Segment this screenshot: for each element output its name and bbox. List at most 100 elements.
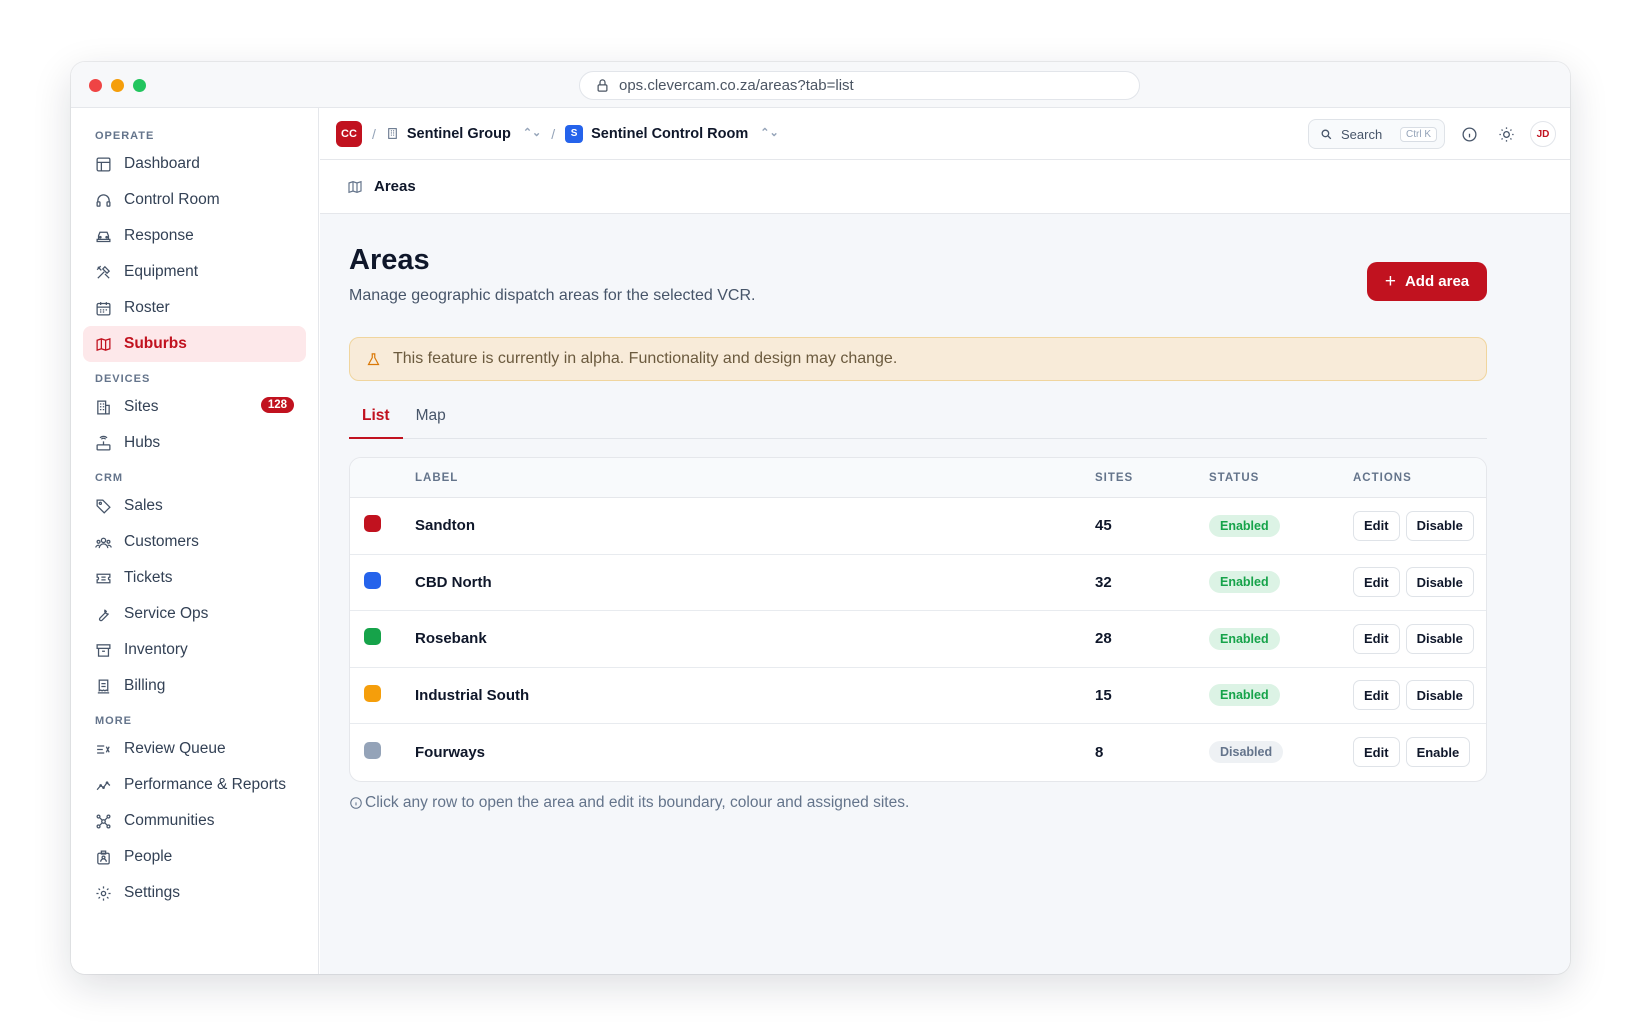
page-header-bar: Areas: [320, 160, 1570, 214]
calendar-icon: [96, 301, 111, 316]
page-header-title: Areas: [374, 178, 416, 195]
main-area: CC / Sentinel Group ⌃⌄ / S Sentinel Cont…: [320, 108, 1570, 974]
sidebar-item-review-queue[interactable]: Review Queue: [83, 731, 306, 767]
area-label: Rosebank: [415, 630, 487, 648]
view-tabs: List Map: [349, 397, 1487, 439]
chart-line-icon: [96, 780, 111, 790]
table-body: Sandton 45 Enabled Edit Disable CBD North 32 En…: [350, 498, 1486, 781]
sidebar-nav-devices: Sites 128 Hubs: [71, 389, 318, 461]
toggle-area-button[interactable]: Disable: [1405, 623, 1474, 654]
sidebar-item-label: Communities: [124, 812, 215, 829]
control-room-logo: S: [565, 124, 584, 143]
area-color-swatch: [364, 628, 381, 646]
sidebar-item-control-room[interactable]: Control Room: [83, 182, 306, 218]
breadcrumb-separator: /: [372, 125, 376, 142]
table-row[interactable]: Industrial South 15 Enabled Edit Disable: [350, 668, 1486, 724]
sidebar-item-label: Billing: [124, 677, 166, 694]
hint-text: Click any row to open the area and edit …: [365, 793, 910, 811]
sidebar-item-communities[interactable]: Communities: [83, 803, 306, 839]
router-icon: [96, 435, 111, 451]
sidebar-item-hubs[interactable]: Hubs: [83, 425, 306, 461]
search-button[interactable]: Search Ctrl K: [1308, 119, 1445, 149]
page-content: Areas Manage geographic dispatch areas f…: [349, 214, 1487, 812]
area-color-swatch: [364, 571, 381, 589]
sidebar-item-roster[interactable]: Roster: [83, 290, 306, 326]
sidebar-nav-crm: Sales Customers Tickets Service Ops Inve…: [71, 488, 318, 704]
minimize-window-button[interactable]: [111, 79, 124, 92]
edit-area-button[interactable]: Edit: [1353, 737, 1400, 768]
page-subtitle: Manage geographic dispatch areas for the…: [349, 287, 756, 304]
sites-count-badge: 128: [260, 397, 294, 413]
sidebar-item-service-ops[interactable]: Service Ops: [83, 596, 306, 632]
table-header: LABEL SITES STATUS ACTIONS: [350, 458, 1486, 498]
sidebar-item-sales[interactable]: Sales: [83, 488, 306, 524]
add-area-button[interactable]: + Add area: [1367, 262, 1487, 301]
sun-icon: [1498, 126, 1514, 142]
edit-area-button[interactable]: Edit: [1353, 680, 1400, 711]
toggle-area-button[interactable]: Disable: [1405, 510, 1474, 541]
status-badge: Enabled: [1209, 627, 1280, 650]
column-header-sites[interactable]: SITES: [1095, 472, 1209, 484]
wrench-icon: [98, 608, 109, 621]
status-badge: Disabled: [1209, 741, 1284, 764]
receipt-icon: [97, 678, 110, 694]
tab-list[interactable]: List: [349, 397, 403, 439]
edit-area-button[interactable]: Edit: [1353, 510, 1400, 541]
sidebar-item-response[interactable]: Response: [83, 218, 306, 254]
sidebar-item-billing[interactable]: Billing: [83, 668, 306, 704]
toggle-area-button[interactable]: Disable: [1405, 680, 1474, 711]
sidebar-item-label: Review Queue: [124, 740, 226, 757]
column-header-status[interactable]: STATUS: [1209, 472, 1353, 484]
sidebar-item-label: Dashboard: [124, 155, 200, 172]
status-badge: Enabled: [1209, 571, 1280, 594]
area-color-swatch: [364, 741, 381, 759]
sidebar-item-performance-reports[interactable]: Performance & Reports: [83, 767, 306, 803]
sidebar-item-label: Sales: [124, 497, 163, 514]
theme-toggle-button[interactable]: [1493, 121, 1519, 147]
toggle-area-button[interactable]: Enable: [1405, 737, 1471, 768]
alert-text: This feature is currently in alpha. Func…: [393, 350, 898, 367]
sidebar-item-people[interactable]: People: [83, 839, 306, 875]
tab-map[interactable]: Map: [403, 397, 459, 439]
close-window-button[interactable]: [89, 79, 102, 92]
top-bar: CC / Sentinel Group ⌃⌄ / S Sentinel Cont…: [320, 108, 1570, 160]
sidebar-item-sites[interactable]: Sites 128: [83, 389, 306, 425]
table-row[interactable]: CBD North 32 Enabled Edit Disable: [350, 555, 1486, 611]
area-label: Industrial South: [415, 686, 530, 704]
edit-area-button[interactable]: Edit: [1353, 623, 1400, 654]
maximize-window-button[interactable]: [133, 79, 146, 92]
sidebar-item-inventory[interactable]: Inventory: [83, 632, 306, 668]
sidebar-item-label: Hubs: [124, 434, 161, 451]
layout-icon: [96, 156, 111, 172]
table-row[interactable]: Fourways 8 Disabled Edit Enable: [350, 724, 1486, 781]
url-text: ops.clevercam.co.za/areas?tab=list: [619, 77, 854, 94]
user-avatar[interactable]: JD: [1530, 121, 1556, 147]
address-bar[interactable]: ops.clevercam.co.za/areas?tab=list: [579, 71, 1140, 100]
area-label: CBD North: [415, 573, 492, 591]
info-button[interactable]: [1456, 121, 1482, 147]
alpha-alert: This feature is currently in alpha. Func…: [349, 337, 1487, 381]
sidebar-item-label: Inventory: [124, 641, 188, 658]
search-icon: [1321, 129, 1332, 139]
table-row[interactable]: Sandton 45 Enabled Edit Disable: [350, 498, 1486, 555]
sidebar-item-customers[interactable]: Customers: [83, 524, 306, 560]
toggle-area-button[interactable]: Disable: [1405, 567, 1474, 598]
sidebar-item-label: Response: [124, 227, 194, 244]
org-switcher[interactable]: Sentinel Group ⌃⌄: [386, 126, 541, 142]
column-header-label[interactable]: LABEL: [415, 472, 1095, 484]
sidebar-item-label: Roster: [124, 299, 170, 316]
table-row[interactable]: Rosebank 28 Enabled Edit Disable: [350, 611, 1486, 668]
sidebar-item-tickets[interactable]: Tickets: [83, 560, 306, 596]
column-header-actions: ACTIONS: [1353, 471, 1412, 484]
org-logo[interactable]: CC: [336, 120, 362, 147]
sidebar-item-suburbs[interactable]: Suburbs: [83, 326, 306, 362]
sidebar-item-settings[interactable]: Settings: [83, 875, 306, 911]
sidebar-item-label: Sites: [124, 398, 159, 415]
sidebar-item-label: Settings: [124, 884, 181, 901]
info-icon: [1461, 126, 1477, 142]
control-room-switcher[interactable]: S Sentinel Control Room ⌃⌄: [565, 124, 779, 143]
sidebar-item-dashboard[interactable]: Dashboard: [83, 146, 306, 182]
ticket-icon: [96, 573, 111, 583]
sidebar-item-equipment[interactable]: Equipment: [83, 254, 306, 290]
edit-area-button[interactable]: Edit: [1353, 567, 1400, 598]
